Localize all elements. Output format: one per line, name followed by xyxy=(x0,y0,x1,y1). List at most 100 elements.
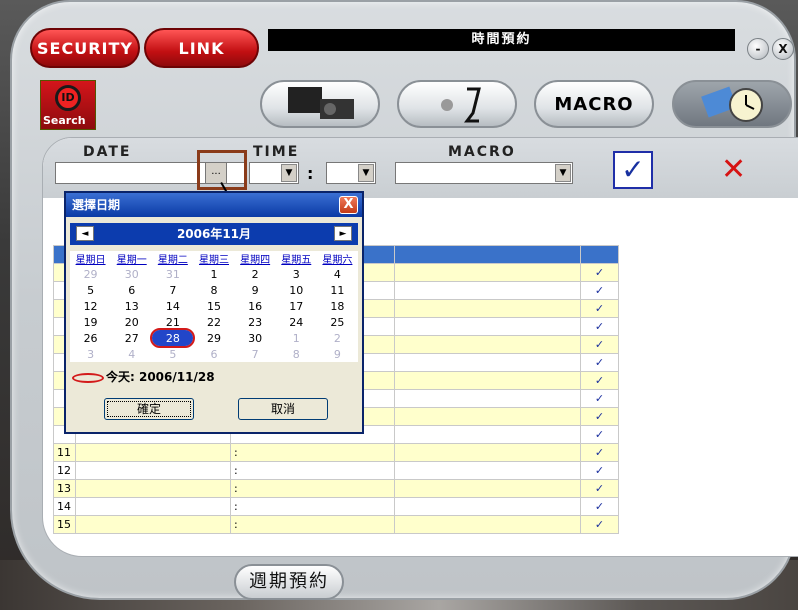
calendar-day[interactable]: 4 xyxy=(317,266,358,282)
macro-cell xyxy=(394,317,581,336)
calendar-day[interactable]: 9 xyxy=(235,282,276,298)
weekday-header: 星期五 xyxy=(281,255,312,266)
calendar-day[interactable]: 23 xyxy=(235,314,276,330)
calendar-day[interactable]: 30 xyxy=(111,266,152,282)
calendar-day[interactable]: 31 xyxy=(152,266,193,282)
enabled-check: ✓ xyxy=(580,263,619,282)
calendar-day[interactable]: 26 xyxy=(70,330,111,346)
dialog-ok-button[interactable]: 確定 xyxy=(104,398,194,420)
minute-select[interactable]: ▼ xyxy=(326,162,376,184)
id-search-label: Search xyxy=(43,114,86,127)
table-row[interactable]: 11: ✓ xyxy=(53,443,619,462)
minimize-button[interactable]: - xyxy=(747,38,769,60)
macro-select[interactable]: ▼ xyxy=(395,162,573,184)
calendar-day[interactable]: 5 xyxy=(70,282,111,298)
calendar-day[interactable]: 29 xyxy=(193,330,234,346)
projector-mode-button[interactable] xyxy=(260,80,380,128)
calendar-day[interactable]: 14 xyxy=(152,298,193,314)
cancel-entry-button[interactable]: ✕ xyxy=(721,152,746,187)
calendar-day[interactable]: 16 xyxy=(235,298,276,314)
security-button[interactable]: SECURITY xyxy=(30,28,140,68)
date-cell xyxy=(75,515,231,534)
enabled-check: ✓ xyxy=(580,515,619,534)
macro-cell xyxy=(394,461,581,480)
calendar-day[interactable]: 13 xyxy=(111,298,152,314)
time-cell: : xyxy=(230,461,395,480)
calendar-day[interactable]: 30 xyxy=(235,330,276,346)
next-month-button[interactable]: ► xyxy=(334,226,352,241)
table-row[interactable]: 15: ✓ xyxy=(53,515,619,534)
calendar-day[interactable]: 27 xyxy=(111,330,152,346)
calendar-day[interactable]: 9 xyxy=(317,346,358,362)
calendar-day[interactable]: 10 xyxy=(276,282,317,298)
calendar-day[interactable]: 15 xyxy=(193,298,234,314)
macro-label: MACRO xyxy=(448,144,516,160)
calendar-day[interactable]: 3 xyxy=(70,346,111,362)
confirm-button[interactable]: ✓ xyxy=(613,151,653,189)
lamp-mode-button[interactable] xyxy=(397,80,517,128)
calendar-day[interactable]: 29 xyxy=(70,266,111,282)
weekday-header: 星期六 xyxy=(322,255,353,266)
weekly-schedule-button[interactable]: 週期預約 xyxy=(234,564,344,600)
calendar-day[interactable]: 8 xyxy=(193,282,234,298)
weekday-header: 星期二 xyxy=(157,255,188,266)
close-button[interactable]: X xyxy=(772,38,794,60)
macro-cell xyxy=(394,389,581,408)
calendar-day[interactable]: 19 xyxy=(70,314,111,330)
macro-cell xyxy=(394,479,581,498)
row-number: 15 xyxy=(53,515,76,534)
link-button[interactable]: LINK xyxy=(144,28,259,68)
weekday-header: 星期一 xyxy=(116,255,147,266)
calendar-day-selected[interactable]: 28 xyxy=(150,328,196,348)
calendar-day[interactable]: 25 xyxy=(317,314,358,330)
clock-calendar-icon xyxy=(701,86,763,122)
enabled-check: ✓ xyxy=(580,407,619,426)
calendar-day[interactable]: 20 xyxy=(111,314,152,330)
chevron-down-icon: ▼ xyxy=(555,164,571,182)
calendar-day[interactable]: 5 xyxy=(152,346,193,362)
id-search-button[interactable]: ID Search xyxy=(40,80,96,130)
calendar-day[interactable]: 12 xyxy=(70,298,111,314)
time-cell: : xyxy=(230,479,395,498)
prev-month-button[interactable]: ◄ xyxy=(76,226,94,241)
calendar-day[interactable]: 1 xyxy=(193,266,234,282)
row-number: 12 xyxy=(53,461,76,480)
macro-mode-button[interactable]: MACRO xyxy=(534,80,654,128)
macro-mode-label: MACRO xyxy=(554,93,634,115)
weekday-header: 星期三 xyxy=(198,255,229,266)
calendar-day[interactable]: 6 xyxy=(111,282,152,298)
schedule-mode-button[interactable] xyxy=(672,80,792,128)
table-row[interactable]: 13: ✓ xyxy=(53,479,619,498)
table-row[interactable]: 14: ✓ xyxy=(53,497,619,516)
enabled-check: ✓ xyxy=(580,317,619,336)
hour-select[interactable]: ▼ xyxy=(249,162,299,184)
enabled-check: ✓ xyxy=(580,443,619,462)
calendar-day[interactable]: 7 xyxy=(235,346,276,362)
calendar-day[interactable]: 21 xyxy=(152,314,193,330)
dialog-cancel-button[interactable]: 取消 xyxy=(238,398,328,420)
enabled-check: ✓ xyxy=(580,353,619,372)
row-number: 11 xyxy=(53,443,76,462)
calendar-day[interactable]: 22 xyxy=(193,314,234,330)
today-text: 今天: 2006/11/28 xyxy=(106,370,215,384)
calendar-day[interactable]: 4 xyxy=(111,346,152,362)
calendar-day[interactable]: 7 xyxy=(152,282,193,298)
calendar-day[interactable]: 2 xyxy=(317,330,358,346)
enabled-check: ✓ xyxy=(580,281,619,300)
today-ring-icon xyxy=(72,372,104,383)
calendar-day[interactable]: 8 xyxy=(276,346,317,362)
calendar-day[interactable]: 6 xyxy=(193,346,234,362)
enabled-check: ✓ xyxy=(580,371,619,390)
macro-cell xyxy=(394,443,581,462)
calendar-day[interactable]: 1 xyxy=(276,330,317,346)
calendar-day[interactable]: 18 xyxy=(317,298,358,314)
calendar-day[interactable]: 3 xyxy=(276,266,317,282)
calendar-day[interactable]: 11 xyxy=(317,282,358,298)
calendar-day[interactable]: 17 xyxy=(276,298,317,314)
macro-cell xyxy=(394,245,581,264)
today-indicator[interactable]: 今天: 2006/11/28 xyxy=(72,368,215,385)
table-row[interactable]: 12: ✓ xyxy=(53,461,619,480)
dialog-close-button[interactable]: X xyxy=(339,196,358,214)
calendar-day[interactable]: 24 xyxy=(276,314,317,330)
calendar-day[interactable]: 2 xyxy=(235,266,276,282)
